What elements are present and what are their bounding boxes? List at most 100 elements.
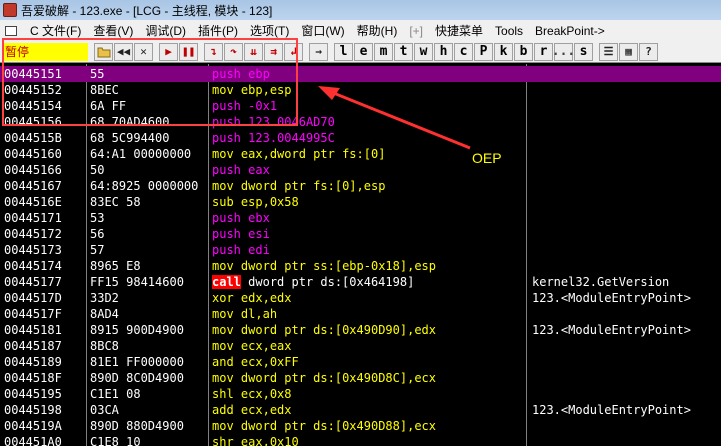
row-address: 00445198 bbox=[4, 403, 62, 417]
run-trace-button[interactable]: ... bbox=[552, 42, 575, 61]
disasm-row[interactable]: 00445177 FF15 98414600 call dword ptr ds:[… bbox=[0, 274, 721, 290]
menu-bar: C 文件(F) 查看(V) 调试(D) 插件(P) 选项(T) 窗口(W) 帮助… bbox=[0, 20, 721, 41]
step-over-icon[interactable]: ↷ bbox=[224, 42, 243, 61]
row-mnemonic: mov bbox=[212, 147, 234, 161]
row-operand: -0x1 bbox=[248, 99, 278, 113]
help-icon[interactable]: ? bbox=[639, 42, 658, 61]
disasm-row[interactable]: 00445171 53 push ebx bbox=[0, 210, 721, 226]
menu-debug[interactable]: 调试(D) bbox=[139, 22, 192, 39]
step-into-icon[interactable]: ↴ bbox=[204, 42, 223, 61]
references-button[interactable]: r bbox=[534, 42, 553, 61]
menu-view[interactable]: 查看(V) bbox=[87, 22, 139, 39]
execute-till-return-icon[interactable]: ↲ bbox=[284, 42, 303, 61]
disasm-row[interactable]: 0044518F 890D 8C0D4900 mov dword ptr ds:[0… bbox=[0, 370, 721, 386]
pause-icon[interactable]: ❚❚ bbox=[179, 42, 198, 61]
row-mnemonic: push bbox=[212, 227, 241, 241]
row-hex-bytes: 68 70AD4600 bbox=[90, 115, 170, 129]
menu-help[interactable]: 帮助(H) bbox=[351, 22, 404, 39]
row-address: 00445171 bbox=[4, 211, 62, 225]
disasm-row[interactable]: 0044517F 8AD4 mov dl,ah bbox=[0, 306, 721, 322]
grid-view-icon[interactable]: ▦ bbox=[619, 42, 638, 61]
menu-shortcuts[interactable]: 快捷菜单 bbox=[429, 22, 489, 39]
row-instruction: push esi bbox=[212, 226, 270, 242]
cpu-button[interactable]: c bbox=[454, 42, 473, 61]
source-button[interactable]: s bbox=[574, 42, 593, 61]
disasm-row[interactable]: 0044517D 33D2 xor edx,edx 123.<ModuleEntryP… bbox=[0, 290, 721, 306]
row-mnemonic: mov bbox=[212, 179, 234, 193]
menu-file[interactable]: C 文件(F) bbox=[24, 22, 87, 39]
call-stack-button[interactable]: k bbox=[494, 42, 513, 61]
menu-plus[interactable]: [+] bbox=[403, 24, 429, 38]
breakpoints-button[interactable]: b bbox=[514, 42, 533, 61]
row-operand: dword ptr ds:[0x490D8C],ecx bbox=[240, 371, 436, 385]
menu-breakpoint[interactable]: BreakPoint-> bbox=[529, 24, 611, 38]
menu-tools[interactable]: Tools bbox=[489, 24, 529, 38]
row-instruction: mov ecx,eax bbox=[212, 338, 292, 354]
patches-button[interactable]: P bbox=[474, 42, 493, 61]
row-address: 00445152 bbox=[4, 83, 62, 97]
row-instruction: mov dword ptr ds:[0x490D90],edx bbox=[212, 322, 436, 338]
row-address: 00445181 bbox=[4, 323, 62, 337]
disasm-row[interactable]: 0044516E 83EC 58 sub esp,0x58 bbox=[0, 194, 721, 210]
disasm-row[interactable]: 00445195 C1E1 08 shl ecx,0x8 bbox=[0, 386, 721, 402]
row-hex-bytes: C1E8 10 bbox=[90, 435, 141, 446]
windows-button[interactable]: w bbox=[414, 42, 433, 61]
row-hex-bytes: 03CA bbox=[90, 403, 119, 417]
row-address: 0044516E bbox=[4, 195, 62, 209]
disasm-row[interactable]: 00445173 57 push edi bbox=[0, 242, 721, 258]
oep-label: OEP bbox=[472, 150, 502, 166]
row-mnemonic: mov bbox=[212, 323, 234, 337]
row-instruction: call dword ptr ds:[0x464198] bbox=[212, 274, 414, 290]
row-hex-bytes: 56 bbox=[90, 227, 105, 241]
close-icon[interactable]: ✕ bbox=[134, 42, 153, 61]
mdi-window-icon[interactable] bbox=[2, 24, 20, 38]
list-view-icon[interactable]: ☰ bbox=[599, 42, 618, 61]
row-address: 00445167 bbox=[4, 179, 62, 193]
disassembly-panel[interactable]: 00445151 55 push ebp 00445152 8BEC mov ebp,es… bbox=[0, 64, 721, 446]
open-folder-icon[interactable] bbox=[94, 42, 113, 61]
row-hex-bytes: 50 bbox=[90, 163, 105, 177]
disasm-row[interactable]: 00445151 55 push ebp bbox=[0, 66, 721, 82]
row-instruction: and ecx,0xFF bbox=[212, 354, 299, 370]
disasm-row[interactable]: 00445198 03CA add ecx,edx 123.<ModuleEntryP… bbox=[0, 402, 721, 418]
trace-into-icon[interactable]: ⇊ bbox=[244, 42, 263, 61]
disasm-row[interactable]: 00445181 8915 900D4900 mov dword ptr ds:[0… bbox=[0, 322, 721, 338]
disasm-row[interactable]: 004451A0 C1E8 10 shr eax,0x10 bbox=[0, 434, 721, 446]
goto-icon[interactable]: → bbox=[309, 42, 328, 61]
disasm-row[interactable]: 00445156 68 70AD4600 push 123.0046AD70 bbox=[0, 114, 721, 130]
row-operand: dword ptr ds:[0x464198] bbox=[248, 275, 415, 289]
memory-map-button[interactable]: m bbox=[374, 42, 393, 61]
menu-window[interactable]: 窗口(W) bbox=[295, 22, 350, 39]
menu-options[interactable]: 选项(T) bbox=[244, 22, 295, 39]
trace-over-icon[interactable]: ⇉ bbox=[264, 42, 283, 61]
disasm-row[interactable]: 00445174 8965 E8 mov dword ptr ss:[ebp-0x1… bbox=[0, 258, 721, 274]
row-instruction: mov dword ptr fs:[0],esp bbox=[212, 178, 385, 194]
row-instruction: push -0x1 bbox=[212, 98, 277, 114]
row-address: 00445172 bbox=[4, 227, 62, 241]
executable-modules-button[interactable]: e bbox=[354, 42, 373, 61]
disasm-row[interactable]: 00445154 6A FF push -0x1 bbox=[0, 98, 721, 114]
disasm-row[interactable]: 00445152 8BEC mov ebp,esp bbox=[0, 82, 721, 98]
disasm-row[interactable]: 00445172 56 push esi bbox=[0, 226, 721, 242]
disasm-row[interactable]: 0044519A 890D 880D4900 mov dword ptr ds:[0… bbox=[0, 418, 721, 434]
disasm-row[interactable]: 00445189 81E1 FF000000 and ecx,0xFF bbox=[0, 354, 721, 370]
row-instruction: mov eax,dword ptr fs:[0] bbox=[212, 146, 385, 162]
disasm-row[interactable]: 00445166 50 push eax bbox=[0, 162, 721, 178]
threads-button[interactable]: t bbox=[394, 42, 413, 61]
disasm-row[interactable]: 00445167 64:8925 0000000 mov dword ptr fs:… bbox=[0, 178, 721, 194]
row-instruction: push 123.0044995C bbox=[212, 130, 335, 146]
handles-button[interactable]: h bbox=[434, 42, 453, 61]
rewind-icon[interactable]: ◀◀ bbox=[114, 42, 133, 61]
row-comment: 123.<ModuleEntryPoint> bbox=[532, 403, 691, 417]
disasm-row[interactable]: 0044515B 68 5C994400 push 123.0044995C bbox=[0, 130, 721, 146]
disasm-row[interactable]: 00445160 64:A1 00000000 mov eax,dword ptr … bbox=[0, 146, 721, 162]
row-operand: dword ptr ds:[0x490D88],ecx bbox=[240, 419, 436, 433]
menu-plugins[interactable]: 插件(P) bbox=[192, 22, 244, 39]
disasm-row[interactable]: 00445187 8BC8 mov ecx,eax bbox=[0, 338, 721, 354]
status-indicator: 暂停 bbox=[2, 42, 88, 61]
row-comment: 123.<ModuleEntryPoint> bbox=[532, 291, 691, 305]
log-window-button[interactable]: l bbox=[334, 42, 353, 61]
run-icon[interactable]: ▶ bbox=[159, 42, 178, 61]
row-operand: ecx,eax bbox=[240, 339, 292, 353]
row-address: 00445195 bbox=[4, 387, 62, 401]
